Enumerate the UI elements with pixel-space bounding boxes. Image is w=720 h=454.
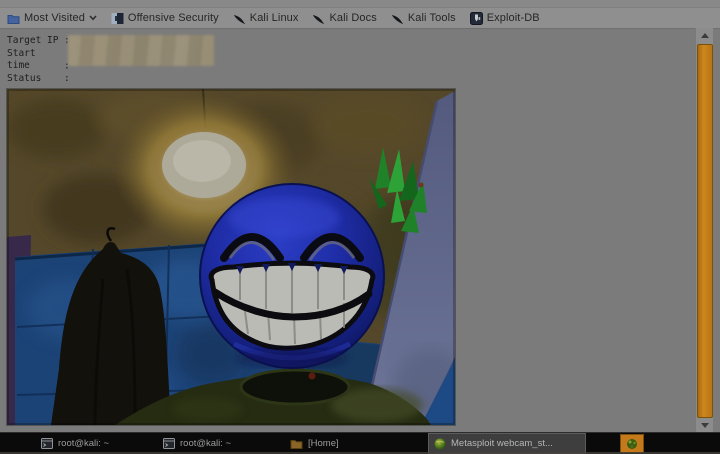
- bookmark-label: Offensive Security: [127, 12, 219, 24]
- kali-dragon-icon: [391, 14, 404, 24]
- bookmark-offensive-security[interactable]: Offensive Security: [111, 12, 219, 25]
- kali-dragon-icon: [313, 14, 325, 24]
- taskbar-item-label: [Home]: [308, 437, 339, 449]
- bookmark-label: Most Visited: [24, 12, 85, 24]
- taskbar-item-metasploit-webcam[interactable]: Metasploit webcam_st...: [428, 433, 586, 454]
- redacted-values-blur: [68, 35, 214, 66]
- browser-chrome-edge: [0, 0, 720, 8]
- status-label: Target IP: [7, 35, 59, 46]
- orange-app-glyph: [627, 438, 637, 449]
- chevron-down-icon: [89, 15, 97, 21]
- scroll-down-button[interactable]: [696, 418, 713, 432]
- arrow-down-icon: [700, 422, 709, 428]
- taskbar-item-terminal-1[interactable]: root@kali: ~: [36, 434, 158, 452]
- taskbar: root@kali: ~ root@kali: ~ [Home] Metaspl…: [0, 432, 720, 454]
- tray-orange-app-icon[interactable]: [620, 434, 644, 453]
- bookmark-label: Kali Docs: [329, 12, 377, 24]
- bookmark-most-visited[interactable]: Most Visited: [7, 12, 97, 24]
- face-highlight: [228, 198, 340, 238]
- kali-dragon-icon: [233, 14, 245, 24]
- browser-globe-icon: [434, 438, 446, 449]
- bookmark-label: Kali Linux: [249, 12, 299, 24]
- terminal-icon: [41, 437, 53, 449]
- status-label: Start time: [7, 47, 36, 72]
- taskbar-item-label: root@kali: ~: [58, 437, 110, 449]
- exploit-db-logo-icon: [469, 11, 483, 25]
- status-block: Target IP: Start time: Status:: [7, 35, 70, 85]
- status-colon: :: [64, 72, 70, 84]
- status-row-target-ip: Target IP:: [7, 35, 70, 48]
- folder-icon: [7, 14, 20, 24]
- page-content: Target IP: Start time: Status:: [0, 30, 720, 432]
- offsec-logo-icon: [111, 12, 124, 24]
- smiley-face: [199, 183, 385, 369]
- webcam-stream-image: [6, 88, 469, 429]
- webcam-scene: [7, 88, 469, 429]
- terminal-icon: [163, 437, 175, 449]
- taskbar-item-label: root@kali: ~: [180, 437, 232, 449]
- status-row-start-time: Start time:: [7, 48, 70, 73]
- collar: [239, 368, 351, 406]
- bookmark-label: Kali Tools: [407, 12, 456, 24]
- folder-icon: [290, 439, 303, 449]
- desktop-screen: Most Visited Offensive Security Kali Lin…: [0, 0, 720, 454]
- taskbar-item-terminal-2[interactable]: root@kali: ~: [158, 434, 280, 452]
- status-row-status: Status:: [7, 73, 70, 86]
- scroll-up-button[interactable]: [696, 28, 713, 42]
- bookmark-exploit-db[interactable]: Exploit-DB: [469, 11, 540, 25]
- bookmark-kali-docs[interactable]: Kali Docs: [312, 12, 377, 25]
- bookmark-kali-linux[interactable]: Kali Linux: [233, 12, 299, 25]
- bookmarks-toolbar: Most Visited Offensive Security Kali Lin…: [0, 8, 720, 29]
- vertical-scrollbar[interactable]: [695, 28, 713, 432]
- taskbar-item-home[interactable]: [Home]: [285, 434, 395, 452]
- bookmark-label: Exploit-DB: [486, 12, 540, 24]
- bookmark-kali-tools[interactable]: Kali Tools: [391, 12, 456, 25]
- arrow-up-icon: [700, 32, 709, 38]
- scrollbar-thumb[interactable]: [697, 44, 713, 418]
- status-label: Status: [7, 72, 42, 84]
- taskbar-item-label: Metasploit webcam_st...: [451, 438, 553, 449]
